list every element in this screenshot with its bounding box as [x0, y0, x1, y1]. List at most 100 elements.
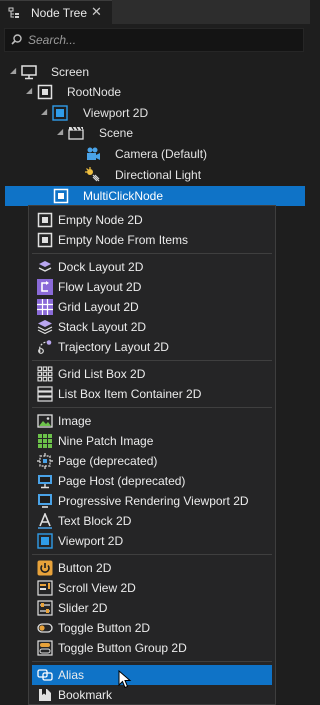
close-icon[interactable]: ✕	[91, 4, 102, 20]
mouse-cursor-icon	[118, 670, 132, 689]
menu-item-label: Alias	[58, 668, 85, 682]
menu-item-trajectory-layout[interactable]: Trajectory Layout 2D	[32, 337, 272, 357]
menu-item-label: Viewport 2D	[58, 534, 124, 548]
scene-icon	[68, 126, 84, 140]
list-box-icon	[37, 386, 53, 402]
menu-item-page-host[interactable]: Page Host (deprecated)	[32, 471, 272, 491]
grid-layout-icon	[37, 299, 53, 315]
expand-arrow-icon[interactable]: ◢	[10, 67, 18, 75]
menu-item-grid-layout[interactable]: Grid Layout 2D	[32, 297, 272, 317]
menu-item-label: Empty Node From Items	[58, 233, 189, 247]
menu-item-toggle-button-group[interactable]: Toggle Button Group 2D	[32, 638, 272, 658]
menu-item-label: List Box Item Container 2D	[58, 387, 202, 401]
menu-item-image[interactable]: Image	[32, 411, 272, 431]
menu-item-button[interactable]: Button 2D	[32, 558, 272, 578]
node2d-icon	[37, 84, 53, 100]
expand-arrow-icon[interactable]: ◢	[26, 87, 34, 95]
menu-item-label: Dock Layout 2D	[58, 260, 144, 274]
menu-item-text-block[interactable]: Text Block 2D	[32, 511, 272, 531]
search-box	[4, 28, 304, 52]
screen-icon	[21, 65, 37, 80]
tree-item-label: Camera (Default)	[115, 147, 208, 161]
search-icon	[11, 34, 22, 45]
alias-icon	[37, 669, 53, 681]
menu-separator	[32, 554, 272, 555]
viewport-icon	[37, 533, 53, 549]
page-host-icon	[38, 475, 52, 489]
tree-item-label: Scene	[99, 126, 134, 140]
menu-item-label: Grid List Box 2D	[58, 367, 146, 381]
menu-item-label: Toggle Button 2D	[58, 621, 151, 635]
menu-item-progressive-rendering-viewport[interactable]: Progressive Rendering Viewport 2D	[32, 491, 272, 511]
slider-icon	[37, 600, 53, 616]
bookmark-icon	[39, 689, 51, 701]
tab-bar: Node Tree ✕	[0, 0, 310, 24]
tree-item-viewport[interactable]: ◢ Viewport 2D	[0, 103, 310, 123]
node-tree-icon	[8, 7, 19, 18]
menu-item-alias[interactable]: Alias	[32, 665, 272, 685]
menu-item-nine-patch-image[interactable]: Nine Patch Image	[32, 431, 272, 451]
menu-item-empty-node-2d[interactable]: Empty Node 2D	[32, 210, 272, 230]
menu-item-toggle-button[interactable]: Toggle Button 2D	[32, 618, 272, 638]
tab-node-tree[interactable]: Node Tree ✕	[0, 0, 112, 24]
menu-item-stack-layout[interactable]: Stack Layout 2D	[32, 317, 272, 337]
menu-item-label: Empty Node 2D	[58, 213, 143, 227]
menu-separator	[32, 360, 272, 361]
menu-separator	[32, 407, 272, 408]
tree-item-label: RootNode	[67, 85, 122, 99]
viewport-icon	[52, 105, 68, 121]
tree-item-screen[interactable]: ◢ Screen	[0, 62, 310, 82]
menu-item-label: Button 2D	[58, 561, 112, 575]
progressive-viewport-icon	[38, 494, 52, 508]
node2d-icon	[53, 188, 69, 204]
camera-icon	[87, 147, 100, 160]
menu-item-flow-layout[interactable]: Flow Layout 2D	[32, 277, 272, 297]
menu-item-empty-node-from-items[interactable]: Empty Node From Items	[32, 230, 272, 250]
tree-item-multiclicknode[interactable]: MultiClickNode	[5, 186, 305, 206]
tree-item-directional-light[interactable]: Directional Light	[0, 165, 310, 185]
menu-item-label: Flow Layout 2D	[58, 280, 142, 294]
menu-item-label: Text Block 2D	[58, 514, 132, 528]
flow-layout-icon	[37, 279, 53, 295]
tree-item-label: MultiClickNode	[83, 189, 164, 203]
menu-item-viewport-2d[interactable]: Viewport 2D	[32, 531, 272, 551]
context-menu: Empty Node 2D Empty Node From Items Dock…	[28, 205, 276, 705]
toggle-button-icon	[37, 623, 53, 633]
tree-item-camera[interactable]: Camera (Default)	[0, 144, 310, 164]
menu-item-label: Page Host (deprecated)	[58, 474, 186, 488]
search-input[interactable]	[28, 32, 288, 48]
image-icon	[37, 414, 53, 428]
menu-item-label: Page (deprecated)	[58, 454, 158, 468]
menu-item-label: Image	[58, 414, 92, 428]
menu-item-dock-layout[interactable]: Dock Layout 2D	[32, 257, 272, 277]
toggle-group-icon	[37, 640, 53, 656]
menu-item-label: Progressive Rendering Viewport 2D	[58, 494, 249, 508]
menu-item-page[interactable]: Page (deprecated)	[32, 451, 272, 471]
menu-item-bookmark[interactable]: Bookmark	[32, 685, 272, 705]
tree-item-rootnode[interactable]: ◢ RootNode	[0, 82, 310, 102]
grid-list-box-icon	[37, 366, 53, 382]
text-block-icon	[38, 513, 52, 529]
trajectory-layout-icon	[38, 340, 52, 354]
expand-arrow-icon[interactable]: ◢	[57, 128, 65, 136]
page-icon	[37, 453, 53, 469]
tree-item-scene[interactable]: ◢ Scene	[0, 123, 310, 143]
light-icon	[85, 167, 100, 182]
menu-item-list-box-item-container[interactable]: List Box Item Container 2D	[32, 384, 272, 404]
stack-layout-icon	[37, 320, 53, 335]
menu-item-label: Nine Patch Image	[58, 434, 154, 448]
tree-item-label: Viewport 2D	[83, 106, 149, 120]
menu-item-scroll-view[interactable]: Scroll View 2D	[32, 578, 272, 598]
menu-item-label: Scroll View 2D	[58, 581, 136, 595]
menu-item-label: Toggle Button Group 2D	[58, 641, 187, 655]
menu-item-label: Bookmark	[58, 688, 113, 702]
scroll-view-icon	[37, 580, 53, 596]
expand-arrow-icon[interactable]: ◢	[41, 108, 49, 116]
menu-item-grid-list-box[interactable]: Grid List Box 2D	[32, 364, 272, 384]
tree-item-label: Directional Light	[115, 168, 202, 182]
menu-separator	[32, 253, 272, 254]
menu-item-slider[interactable]: Slider 2D	[32, 598, 272, 618]
nine-patch-icon	[38, 434, 52, 448]
menu-item-label: Trajectory Layout 2D	[58, 340, 169, 354]
tab-label: Node Tree	[31, 6, 88, 20]
